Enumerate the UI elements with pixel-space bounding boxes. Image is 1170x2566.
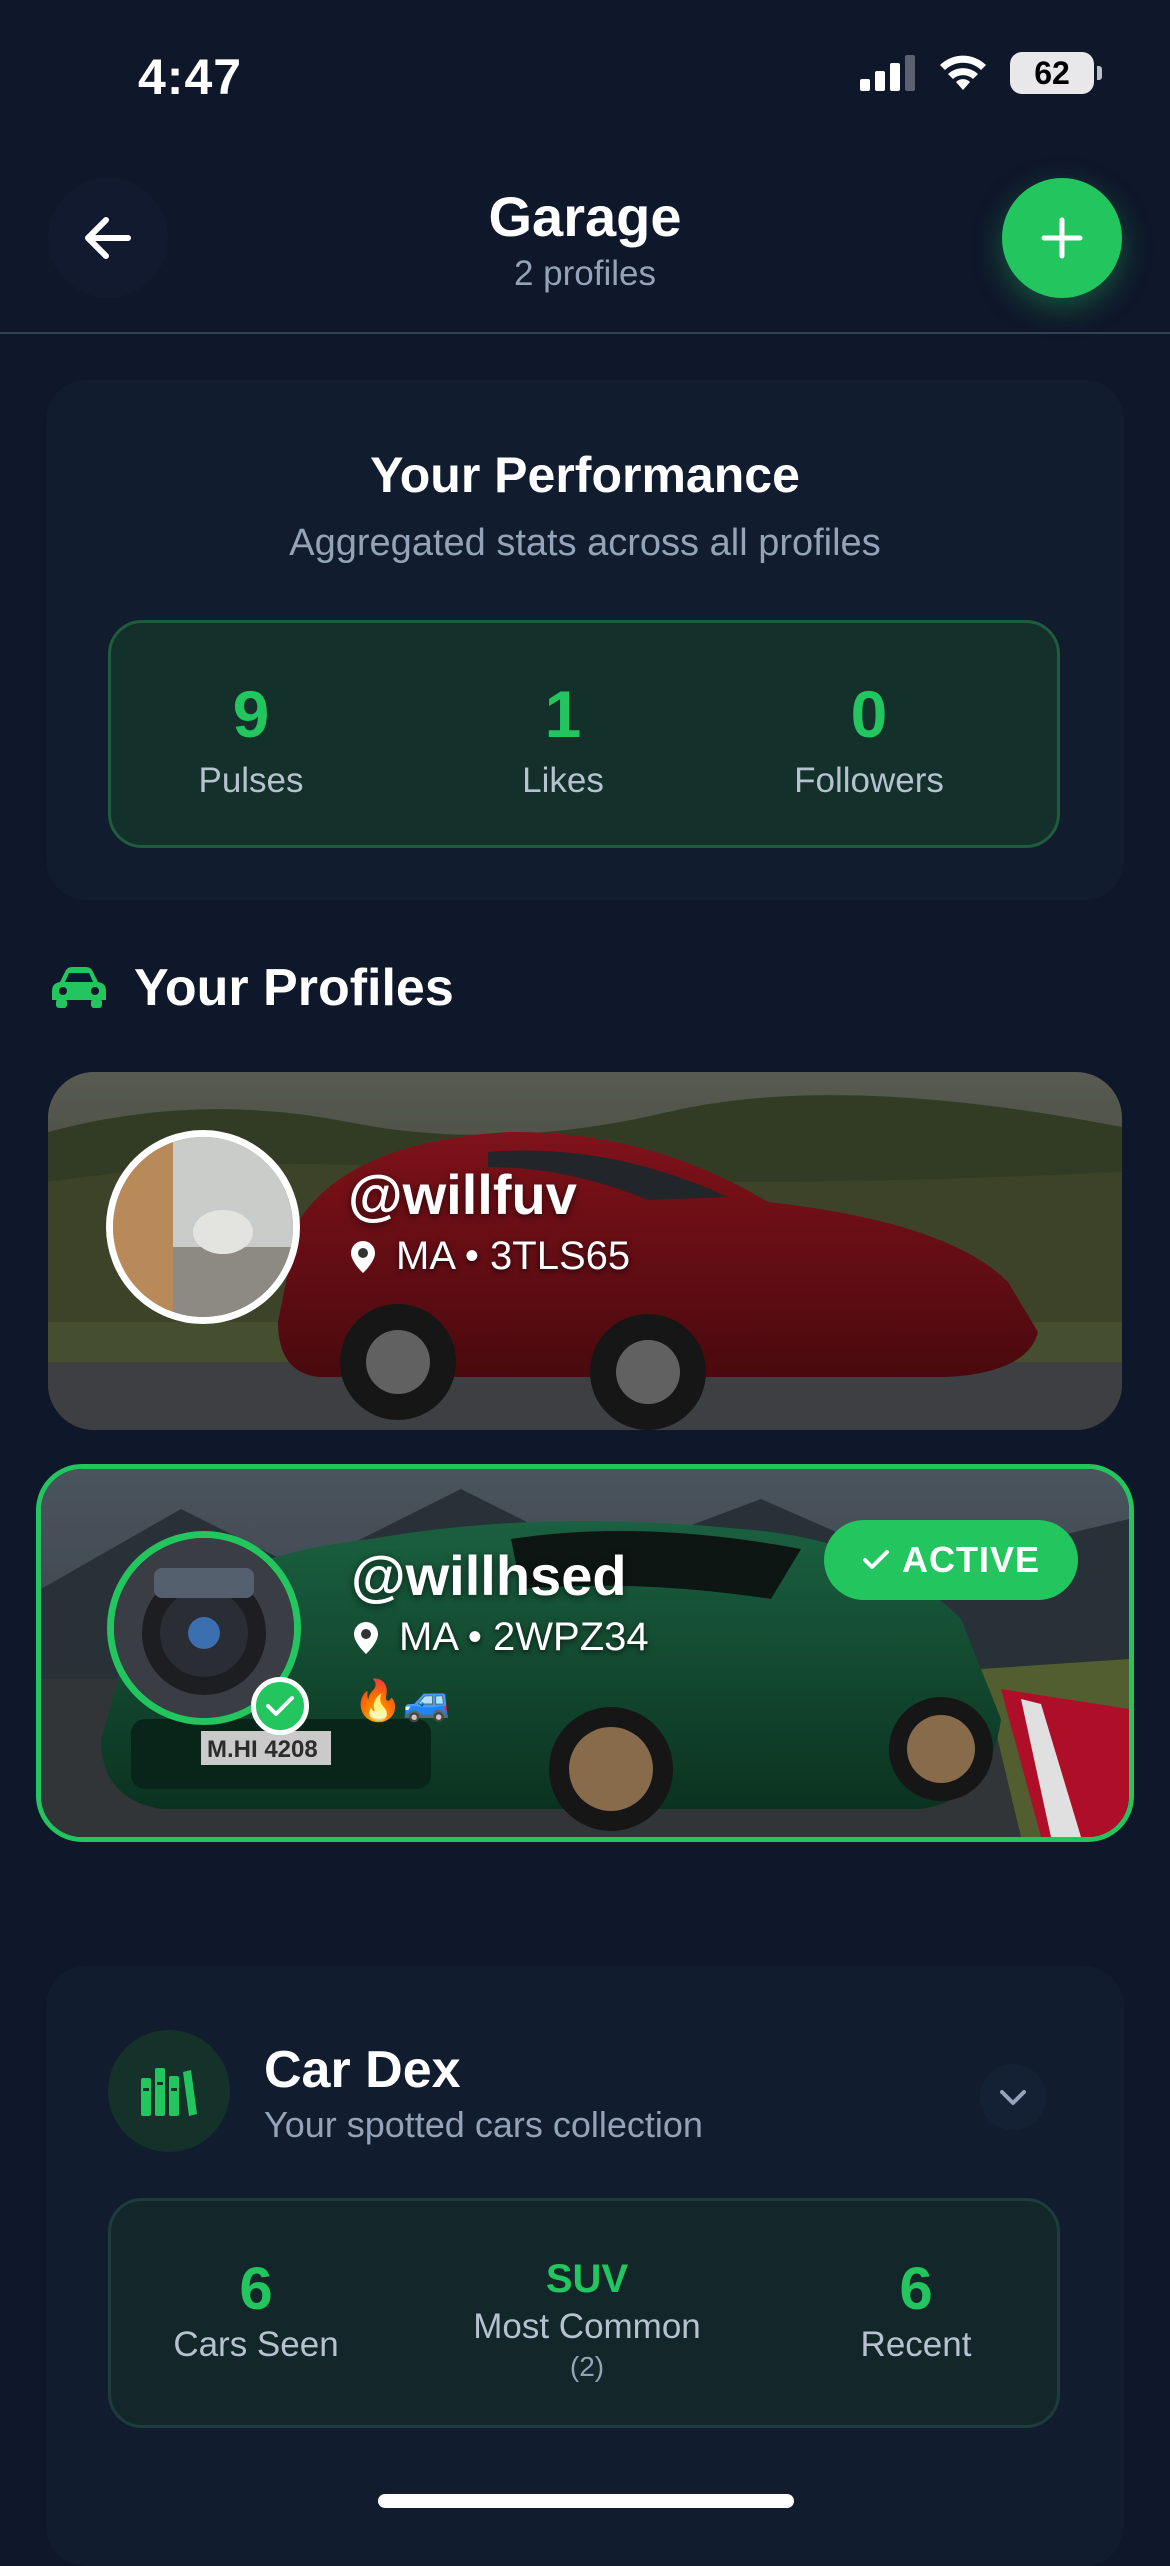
status-icons: 62 xyxy=(860,52,1102,94)
stat-label: Most Common xyxy=(473,2307,701,2346)
stat-value: 6 xyxy=(899,2255,933,2322)
battery-indicator: 62 xyxy=(1010,52,1102,94)
stat-value: 6 xyxy=(239,2255,273,2322)
profile-emoji: 🔥🚙 xyxy=(353,1679,453,1723)
car-dex-stats: 6 Cars Seen SUV Most Common (2) 6 Recent xyxy=(108,2198,1060,2428)
profile-card-willfuv[interactable]: @willfuv MA • 3TLS65 xyxy=(48,1072,1122,1430)
stat-cars-seen: 6 Cars Seen xyxy=(151,2259,361,2365)
page-title: Garage xyxy=(488,185,682,248)
avatar-image xyxy=(113,1137,293,1317)
check-icon xyxy=(862,1550,889,1569)
profile-location-text: MA • 2WPZ34 xyxy=(399,1615,649,1659)
profile-location: MA • 3TLS65 xyxy=(350,1234,630,1279)
car-dex-title: Car Dex xyxy=(264,2041,461,2099)
cellular-signal-icon xyxy=(860,55,915,91)
add-profile-button[interactable] xyxy=(1002,178,1122,298)
stat-likes: 1 Likes xyxy=(463,681,663,801)
active-badge: ACTIVE xyxy=(824,1520,1078,1600)
stat-label: Cars Seen xyxy=(173,2325,339,2364)
profile-handle: @willfuv xyxy=(348,1163,577,1226)
profile-location-text: MA • 3TLS65 xyxy=(396,1234,631,1278)
stat-note: (2) xyxy=(569,2351,605,2382)
home-indicator[interactable] xyxy=(378,2494,794,2508)
performance-title: Your Performance xyxy=(370,447,800,503)
stat-label: Followers xyxy=(794,761,944,800)
plus-icon xyxy=(1041,217,1083,259)
car-dex-icon-container xyxy=(108,2030,230,2152)
stat-label: Recent xyxy=(860,2325,972,2364)
car-dex-subtitle: Your spotted cars collection xyxy=(264,2104,703,2145)
page-subtitle: 2 profiles xyxy=(513,254,657,293)
avatar xyxy=(106,1130,300,1324)
performance-stats: 9 Pulses 1 Likes 0 Followers xyxy=(108,620,1060,848)
verified-check-icon xyxy=(251,1677,309,1735)
stat-followers: 0 Followers xyxy=(739,681,999,801)
car-icon xyxy=(52,967,106,1008)
expand-toggle[interactable] xyxy=(980,2064,1046,2135)
stat-value: 0 xyxy=(850,677,888,751)
stat-label: Likes xyxy=(522,761,604,800)
profile-location: MA • 2WPZ34 xyxy=(353,1615,649,1660)
stat-value: SUV xyxy=(545,2257,629,2301)
stat-label: Pulses xyxy=(198,761,304,800)
wifi-icon xyxy=(940,55,986,90)
stat-recent: 6 Recent xyxy=(811,2259,1021,2365)
performance-subtitle: Aggregated stats across all profiles xyxy=(289,522,881,564)
chevron-down-icon xyxy=(980,2064,1046,2130)
header-divider xyxy=(0,332,1170,334)
collection-icon xyxy=(141,2068,197,2116)
stat-value: 9 xyxy=(232,677,270,751)
location-pin-icon xyxy=(354,1621,378,1654)
profile-handle: @willhsed xyxy=(351,1544,627,1607)
stat-most-common: SUV Most Common (2) xyxy=(447,2259,727,2383)
status-time: 4:47 xyxy=(138,49,243,105)
stat-pulses: 9 Pulses xyxy=(151,681,351,801)
stat-value: 1 xyxy=(544,677,582,751)
profiles-section-title: Your Profiles xyxy=(134,959,454,1017)
active-badge-label: ACTIVE xyxy=(901,1539,1040,1580)
location-pin-icon xyxy=(351,1240,375,1273)
